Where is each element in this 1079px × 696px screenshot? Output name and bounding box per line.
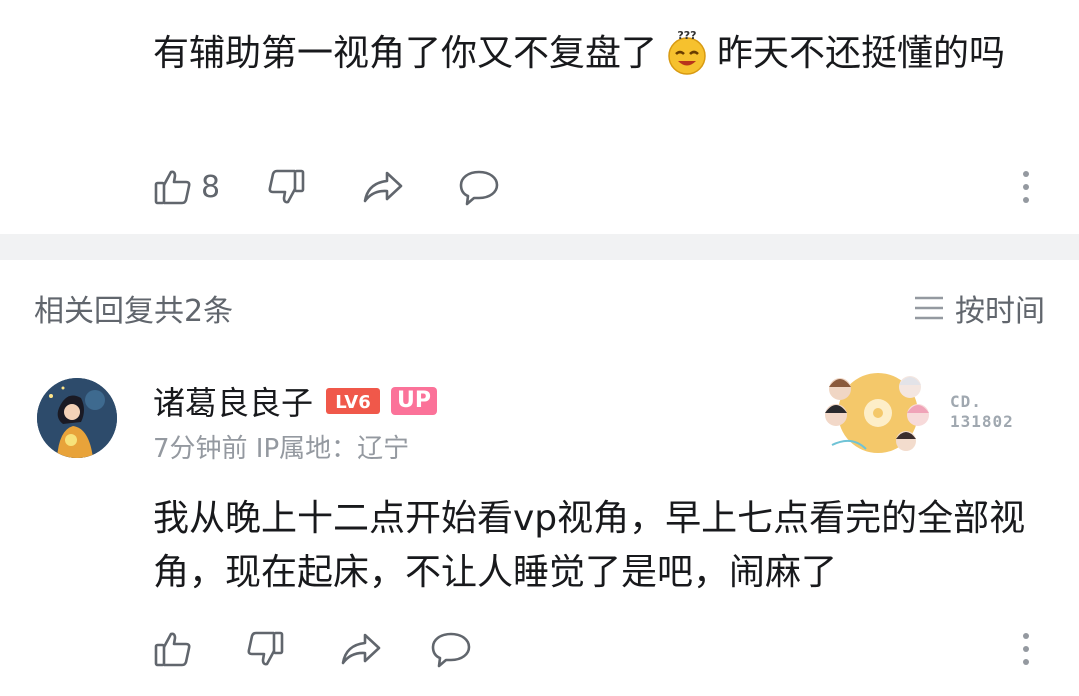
decoration-number: CD. 131802 bbox=[950, 392, 1014, 431]
top-comment-actions: 8 bbox=[153, 165, 501, 209]
reply-like-button[interactable] bbox=[153, 627, 193, 671]
comment-icon bbox=[459, 170, 499, 206]
thumbs-down-icon bbox=[268, 169, 305, 204]
top-comment: 有辅助第一视角了你又不复盘了 ??? 昨天不还挺懂的吗 8 bbox=[0, 0, 1079, 234]
avatar-image bbox=[37, 378, 117, 458]
reply-author: 诸葛良良子 LV6 UP bbox=[153, 378, 438, 424]
level-badge: LV6 bbox=[326, 388, 381, 414]
share-icon bbox=[363, 171, 403, 203]
sort-button[interactable]: 按时间 bbox=[913, 286, 1045, 330]
avatar[interactable] bbox=[37, 378, 117, 458]
reply-meta: 7分钟前 IP属地：辽宁 bbox=[153, 434, 410, 464]
reply-comment-button[interactable] bbox=[429, 627, 473, 671]
like-button[interactable]: 8 bbox=[153, 165, 220, 209]
thumbs-down-icon bbox=[247, 631, 284, 666]
sort-label: 按时间 bbox=[955, 294, 1045, 329]
fan-decoration-badge[interactable] bbox=[822, 365, 940, 465]
more-icon[interactable] bbox=[1014, 627, 1038, 671]
comment-text: 有辅助第一视角了你又不复盘了 ??? 昨天不还挺懂的吗 bbox=[153, 28, 1053, 80]
thumbs-up-icon bbox=[154, 632, 191, 667]
like-count: 8 bbox=[201, 169, 221, 205]
up-badge: UP bbox=[391, 387, 438, 415]
thumbs-up-icon bbox=[154, 170, 191, 205]
section-divider bbox=[0, 234, 1079, 260]
reply-share-button[interactable] bbox=[339, 627, 383, 671]
replies-header: 相关回复共2条 按时间 bbox=[0, 260, 1079, 350]
comment-text-part-2: 昨天不还挺懂的吗 bbox=[717, 33, 1006, 74]
dislike-button[interactable] bbox=[266, 165, 306, 209]
replies-count: 相关回复共2条 bbox=[34, 294, 234, 329]
comment-icon bbox=[431, 632, 471, 668]
reply-button[interactable] bbox=[457, 165, 501, 209]
more-icon[interactable] bbox=[1014, 165, 1038, 209]
svg-text:LV6: LV6 bbox=[335, 392, 370, 413]
username[interactable]: 诸葛良良子 bbox=[153, 378, 313, 424]
reply-actions bbox=[153, 627, 473, 671]
share-button[interactable] bbox=[361, 165, 405, 209]
confused-face-emoji-icon: ??? bbox=[668, 29, 706, 75]
sort-icon bbox=[915, 296, 943, 320]
share-icon bbox=[341, 633, 381, 665]
reply-text: 我从晚上十二点开始看vp视角，早上七点看完的全部视角，现在起床，不让人睡觉了是吧… bbox=[153, 498, 1026, 593]
reply-dislike-button[interactable] bbox=[245, 627, 285, 671]
comment-text-part-1: 有辅助第一视角了你又不复盘了 bbox=[153, 33, 658, 74]
svg-text:???: ??? bbox=[677, 29, 696, 42]
